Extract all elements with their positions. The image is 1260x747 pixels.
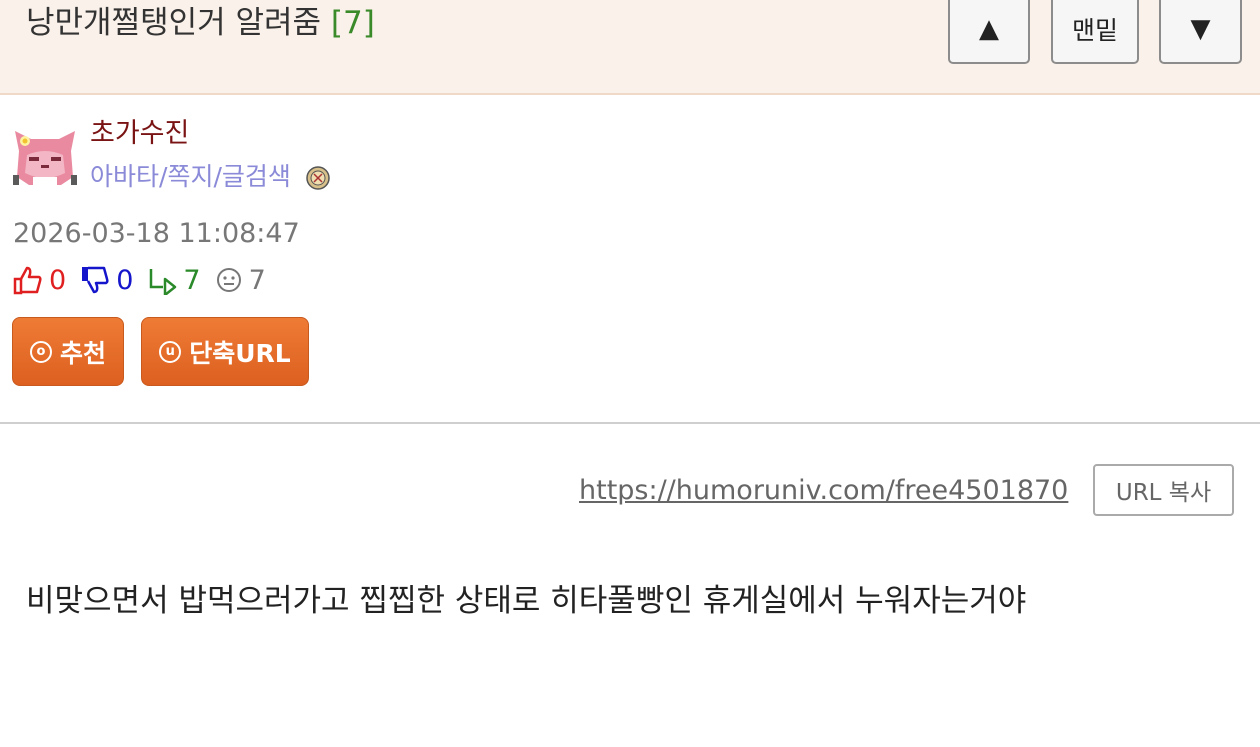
post-date: 2026-03-18 11:08:47 (13, 218, 300, 249)
avatar-link[interactable]: 아바타 (90, 162, 159, 191)
reply-count: 7 (183, 264, 201, 296)
scroll-down-button[interactable]: ▼ (1159, 0, 1242, 64)
post-url-link[interactable]: https://humoruniv.com/free4501870 (579, 473, 1068, 509)
post-header: 낭만개쩔탱인거 알려줌 [7] ▲ 맨밑 ▼ (0, 0, 1260, 95)
recommend-button[interactable]: o 추천 (12, 317, 124, 386)
smiley-icon (216, 268, 241, 292)
view-stat: 7 (215, 265, 266, 296)
post-stats: 0 0 7 7 (13, 262, 280, 298)
short-url-button[interactable]: u 단축URL (141, 317, 309, 386)
downvote-count: 0 (116, 264, 134, 296)
message-link[interactable]: 쪽지 (167, 162, 213, 191)
post-title: 낭만개쩔탱인거 알려줌 [7] (26, 2, 375, 44)
link-separator: / (213, 162, 222, 191)
reply-stat: 7 (147, 264, 201, 296)
circle-u-icon: u (159, 340, 182, 363)
search-posts-link[interactable]: 글검색 (222, 162, 291, 191)
copy-url-button[interactable]: URL 복사 (1093, 464, 1234, 516)
medal-icon (306, 166, 330, 190)
upvote-stat: 0 (13, 265, 66, 296)
author-nickname[interactable]: 초가수진 (90, 116, 189, 152)
thumbs-down-icon (82, 266, 109, 294)
downvote-stat: 0 (80, 265, 133, 296)
recommend-label: 추천 (59, 338, 106, 368)
view-count: 7 (248, 264, 266, 296)
reply-arrow-icon (150, 269, 177, 295)
upvote-count: 0 (49, 264, 67, 296)
post-title-text: 낭만개쩔탱인거 알려줌 (26, 5, 322, 41)
short-url-label: 단축URL (189, 338, 291, 368)
thumbs-up-icon (13, 266, 42, 295)
divider (0, 422, 1260, 424)
comment-count[interactable]: [7] (331, 5, 375, 41)
circle-o-icon: o (29, 340, 52, 363)
author-links: 아바타/쪽지/글검색 (90, 159, 331, 195)
scroll-bottom-button[interactable]: 맨밑 (1051, 0, 1139, 64)
post-body: 비맞으면서 밥먹으러가고 찝찝한 상태로 히타풀빵인 휴게실에서 누워자는거야 (26, 583, 1027, 619)
avatar[interactable] (13, 125, 77, 189)
scroll-up-button[interactable]: ▲ (948, 0, 1030, 64)
